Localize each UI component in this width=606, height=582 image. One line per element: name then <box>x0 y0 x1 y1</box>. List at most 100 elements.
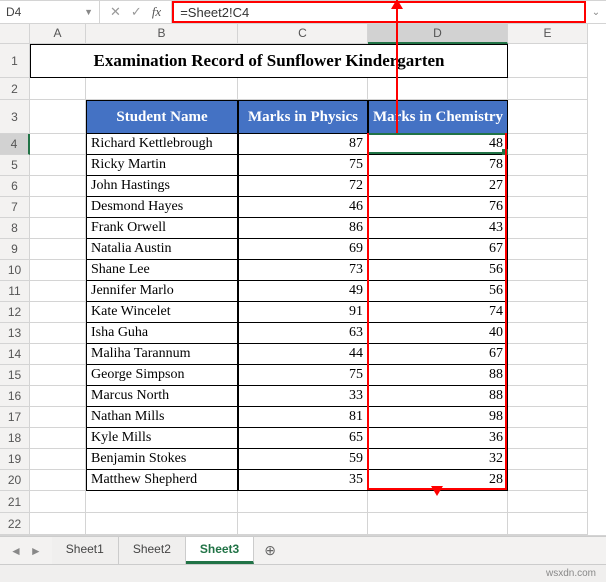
row-header[interactable]: 1 <box>0 44 30 78</box>
cell[interactable] <box>508 513 588 535</box>
cell[interactable] <box>508 239 588 260</box>
cell[interactable] <box>86 513 238 535</box>
cell-student-name[interactable]: Shane Lee <box>86 260 238 281</box>
fx-icon[interactable]: fx <box>152 4 161 20</box>
cell[interactable] <box>30 155 86 176</box>
row-header[interactable]: 18 <box>0 428 30 449</box>
cell[interactable] <box>30 100 86 134</box>
cell[interactable] <box>30 218 86 239</box>
cell[interactable] <box>508 365 588 386</box>
row-header[interactable]: 10 <box>0 260 30 281</box>
cell-physics[interactable]: 75 <box>238 365 368 386</box>
header-chemistry[interactable]: Marks in Chemistry <box>368 100 508 134</box>
row-header[interactable]: 14 <box>0 344 30 365</box>
row-header[interactable]: 8 <box>0 218 30 239</box>
cell[interactable] <box>30 134 86 155</box>
cell[interactable] <box>238 491 368 513</box>
cell-physics[interactable]: 72 <box>238 176 368 197</box>
row-header[interactable]: 22 <box>0 513 30 535</box>
row-header[interactable]: 4 <box>0 134 30 155</box>
cell-student-name[interactable]: Nathan Mills <box>86 407 238 428</box>
cell[interactable] <box>86 78 238 100</box>
formula-bar-expand-icon[interactable]: ⌄ <box>586 1 606 23</box>
sheet-tab[interactable]: Sheet1 <box>52 537 119 564</box>
row-header[interactable]: 20 <box>0 470 30 491</box>
cell-chemistry[interactable]: 98 <box>368 407 508 428</box>
cell-student-name[interactable]: Ricky Martin <box>86 155 238 176</box>
cell-student-name[interactable]: Natalia Austin <box>86 239 238 260</box>
cell-chemistry[interactable]: 56 <box>368 281 508 302</box>
cell-chemistry[interactable]: 27 <box>368 176 508 197</box>
cell[interactable] <box>30 78 86 100</box>
cell-student-name[interactable]: John Hastings <box>86 176 238 197</box>
column-header[interactable]: E <box>508 24 588 44</box>
confirm-icon[interactable]: ✓ <box>131 4 142 20</box>
cell-physics[interactable]: 69 <box>238 239 368 260</box>
row-header[interactable]: 2 <box>0 78 30 100</box>
cell-chemistry[interactable]: 88 <box>368 386 508 407</box>
cell-student-name[interactable]: Matthew Shepherd <box>86 470 238 491</box>
column-header[interactable]: C <box>238 24 368 44</box>
cell-physics[interactable]: 35 <box>238 470 368 491</box>
cell-student-name[interactable]: Jennifer Marlo <box>86 281 238 302</box>
cell-student-name[interactable]: Richard Kettlebrough <box>86 134 238 155</box>
cell-physics[interactable]: 44 <box>238 344 368 365</box>
tab-nav-next-icon[interactable]: ► <box>30 544 42 558</box>
name-box[interactable]: D4 ▼ <box>0 1 100 23</box>
cell[interactable] <box>508 197 588 218</box>
cell[interactable] <box>30 470 86 491</box>
cell-physics[interactable]: 63 <box>238 323 368 344</box>
cell-chemistry[interactable]: 32 <box>368 449 508 470</box>
cell[interactable] <box>30 513 86 535</box>
cell-physics[interactable]: 46 <box>238 197 368 218</box>
cell[interactable] <box>30 176 86 197</box>
cell[interactable] <box>368 78 508 100</box>
cell[interactable] <box>238 513 368 535</box>
column-header[interactable]: D <box>368 24 508 44</box>
column-header[interactable]: A <box>30 24 86 44</box>
cell-chemistry[interactable]: 78 <box>368 155 508 176</box>
cell-student-name[interactable]: Marcus North <box>86 386 238 407</box>
cell[interactable] <box>508 407 588 428</box>
row-header[interactable]: 16 <box>0 386 30 407</box>
cell-student-name[interactable]: George Simpson <box>86 365 238 386</box>
sheet-tab[interactable]: Sheet3 <box>186 537 254 564</box>
cell[interactable] <box>30 428 86 449</box>
cell[interactable] <box>508 100 588 134</box>
cell[interactable] <box>508 260 588 281</box>
cell-student-name[interactable]: Frank Orwell <box>86 218 238 239</box>
cell-physics[interactable]: 33 <box>238 386 368 407</box>
cell-chemistry[interactable]: 36 <box>368 428 508 449</box>
cell-physics[interactable]: 65 <box>238 428 368 449</box>
cell[interactable] <box>508 218 588 239</box>
cell[interactable] <box>30 386 86 407</box>
cell[interactable] <box>508 176 588 197</box>
cell[interactable] <box>30 449 86 470</box>
tab-nav-prev-icon[interactable]: ◄ <box>10 544 22 558</box>
cell[interactable] <box>508 491 588 513</box>
cell-student-name[interactable]: Kyle Mills <box>86 428 238 449</box>
cell[interactable] <box>30 407 86 428</box>
cell[interactable] <box>508 44 588 78</box>
column-header[interactable]: B <box>86 24 238 44</box>
cell[interactable] <box>30 197 86 218</box>
cell-physics[interactable]: 91 <box>238 302 368 323</box>
cell[interactable] <box>238 78 368 100</box>
cell[interactable] <box>508 470 588 491</box>
formula-input[interactable]: =Sheet2!C4 <box>172 1 586 23</box>
row-header[interactable]: 7 <box>0 197 30 218</box>
row-header[interactable]: 6 <box>0 176 30 197</box>
cell-student-name[interactable]: Isha Guha <box>86 323 238 344</box>
cell-chemistry[interactable]: 74 <box>368 302 508 323</box>
cell[interactable] <box>30 491 86 513</box>
cell[interactable] <box>86 491 238 513</box>
cell[interactable] <box>508 449 588 470</box>
cell[interactable] <box>30 365 86 386</box>
header-physics[interactable]: Marks in Physics <box>238 100 368 134</box>
row-header[interactable]: 5 <box>0 155 30 176</box>
cell-student-name[interactable]: Kate Wincelet <box>86 302 238 323</box>
cell-chemistry[interactable]: 67 <box>368 344 508 365</box>
cell[interactable] <box>30 344 86 365</box>
cell-student-name[interactable]: Desmond Hayes <box>86 197 238 218</box>
cell[interactable] <box>508 281 588 302</box>
